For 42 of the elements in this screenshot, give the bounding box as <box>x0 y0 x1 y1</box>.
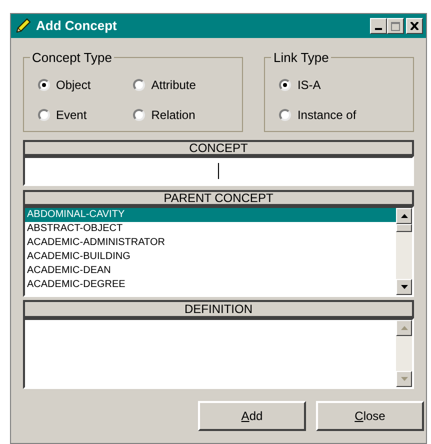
down-arrow-icon <box>400 285 408 289</box>
concept-input-field[interactable] <box>23 156 414 186</box>
list-item[interactable]: ABSTRACT-OBJECT <box>25 222 396 236</box>
list-item[interactable]: ACADEMIC-DEAN <box>25 264 396 278</box>
up-arrow-icon <box>400 326 408 330</box>
list-item[interactable]: ACADEMIC-BUILDING <box>25 250 396 264</box>
radio-label[interactable]: Instance of <box>297 106 356 124</box>
down-arrow-icon <box>400 377 408 381</box>
radio-button[interactable] <box>38 78 50 90</box>
definition-text-area[interactable] <box>23 318 414 389</box>
radio-button[interactable] <box>279 78 292 90</box>
scroll-up-button[interactable] <box>396 208 412 224</box>
list-item[interactable]: ABDOMINAL-CAVITY <box>25 208 396 222</box>
group-label: Concept Type <box>31 49 113 67</box>
list-item[interactable]: ACADEMIC-ADMINISTRATOR <box>25 236 396 250</box>
close-button[interactable] <box>406 18 423 34</box>
minimize-button[interactable] <box>370 18 387 34</box>
radio-button[interactable] <box>133 108 146 120</box>
dialog-button[interactable]: Close <box>316 401 424 431</box>
radio-button[interactable] <box>279 108 292 120</box>
list-item[interactable]: ACADEMIC-DEGREE <box>25 278 396 292</box>
radio-label[interactable]: Attribute <box>151 76 196 94</box>
maximize-button[interactable] <box>387 18 404 34</box>
scrollbar[interactable] <box>396 208 412 295</box>
window-title: Add Concept <box>36 17 118 36</box>
radio-label[interactable]: Object <box>56 76 91 94</box>
scroll-down-button[interactable] <box>396 279 412 295</box>
section-header: DEFINITION <box>23 300 414 318</box>
pencil-icon <box>14 17 32 35</box>
radio-label[interactable]: IS-A <box>297 76 321 94</box>
radio-button[interactable] <box>133 78 146 90</box>
section-header: CONCEPT <box>23 140 414 156</box>
scroll-thumb[interactable] <box>396 224 412 232</box>
up-arrow-icon <box>400 214 408 218</box>
dialog-button[interactable]: Add <box>198 401 306 431</box>
radio-button[interactable] <box>38 108 50 120</box>
radio-label[interactable]: Relation <box>151 106 196 124</box>
close-icon <box>410 22 419 30</box>
parent-concept-list[interactable]: ABDOMINAL-CAVITY ABSTRACT-OBJECT ACADEMIC-ADMINISTRATOR ACADEMIC-BUILDING ACADEMIC-DEAN ACADEMIC-DEGREE <box>23 206 414 297</box>
radio-label[interactable]: Event <box>56 106 87 124</box>
group-label: Link Type <box>272 49 330 67</box>
section-header: PARENT CONCEPT <box>23 190 414 206</box>
